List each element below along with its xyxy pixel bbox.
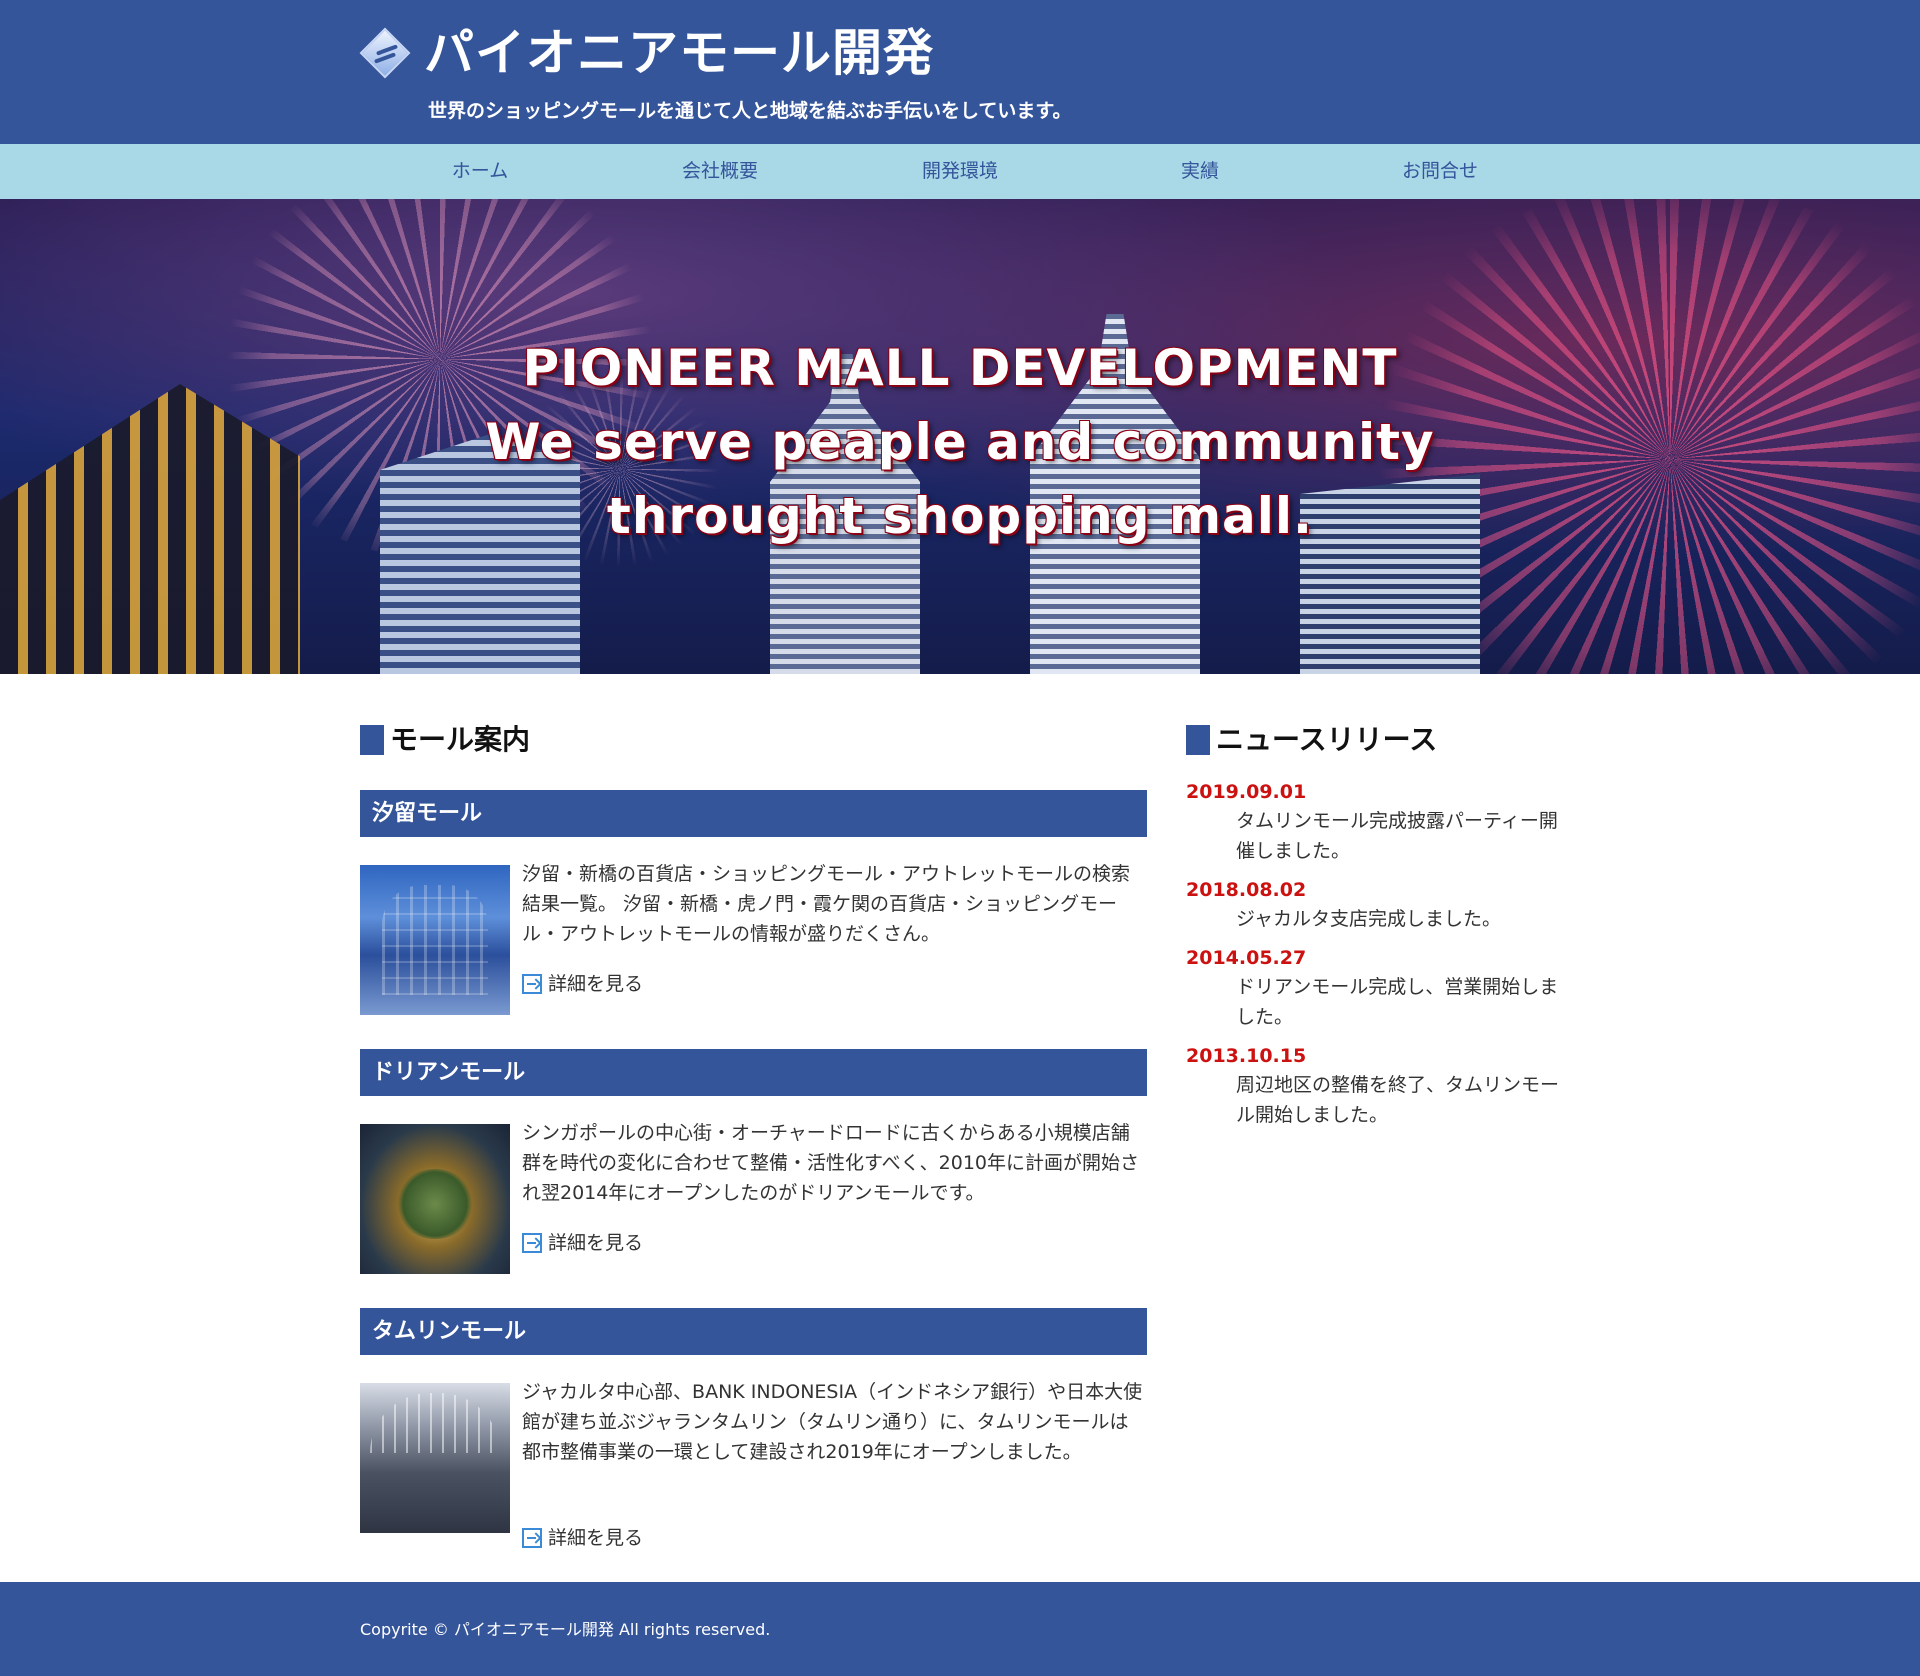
- main-nav: ホーム 会社概要 開発環境 実績 お問合せ: [0, 144, 1920, 199]
- news-item: 2013.10.15 周辺地区の整備を終了、タムリンモール開始しました。: [1186, 1042, 1560, 1130]
- news-text: ジャカルタ支店完成しました。: [1236, 908, 1502, 930]
- mall-description: シンガポールの中心街・オーチャードロードに古くからある小規模店舗群を時代の変化に…: [522, 1122, 1140, 1204]
- hero-line-3: throught shopping mall.: [606, 487, 1314, 545]
- news-section: ニュースリリース 2019.09.01 タムリンモール完成披露パーティー開催しま…: [1186, 720, 1560, 1140]
- mall-card: ドリアンモール シンガポールの中心街・オーチャードロードに古くからある小規模店舗…: [360, 1049, 1147, 1274]
- mall-name: ドリアンモール: [360, 1049, 1147, 1096]
- mall-name: 汐留モール: [360, 790, 1147, 837]
- heading-square-icon: [1186, 725, 1210, 755]
- nav-item-results[interactable]: 実績: [1080, 144, 1320, 199]
- site-tagline: 世界のショッピングモールを通じて人と地域を結ぶお手伝いをしています。: [428, 100, 1072, 122]
- view-details-link[interactable]: 詳細を見る: [522, 969, 643, 999]
- hero-banner: PIONEER MALL DEVELOPMENT We serve peaple…: [0, 199, 1920, 674]
- hero-text: PIONEER MALL DEVELOPMENT We serve peaple…: [0, 331, 1920, 553]
- heading-square-icon: [360, 725, 384, 755]
- news-item: 2019.09.01 タムリンモール完成披露パーティー開催しました。: [1186, 778, 1560, 866]
- site-footer: Copyrite © パイオニアモール開発 All rights reserve…: [0, 1582, 1920, 1676]
- view-details-link[interactable]: 詳細を見る: [522, 1228, 643, 1258]
- site-header: パイオニアモール開発 世界のショッピングモールを通じて人と地域を結ぶお手伝いをし…: [0, 0, 1920, 144]
- news-text: タムリンモール完成披露パーティー開催しました。: [1236, 810, 1558, 862]
- news-heading: ニュースリリース: [1186, 720, 1560, 760]
- hero-line-1: PIONEER MALL DEVELOPMENT: [522, 339, 1398, 397]
- news-date: 2013.10.15: [1186, 1045, 1307, 1067]
- mall-guide-heading: モール案内: [360, 720, 1147, 760]
- nav-item-company[interactable]: 会社概要: [600, 144, 840, 199]
- mall-description: ジャカルタ中心部、BANK INDONESIA（インドネシア銀行）や日本大使館が…: [522, 1381, 1143, 1463]
- mall-name: タムリンモール: [360, 1308, 1147, 1355]
- nav-item-home[interactable]: ホーム: [360, 144, 600, 199]
- nav-item-contact[interactable]: お問合せ: [1320, 144, 1560, 199]
- news-list: 2019.09.01 タムリンモール完成披露パーティー開催しました。 2018.…: [1186, 778, 1560, 1130]
- news-text: ドリアンモール完成し、営業開始しました。: [1236, 976, 1559, 1028]
- news-date: 2019.09.01: [1186, 781, 1307, 803]
- news-date: 2014.05.27: [1186, 947, 1307, 969]
- mall-card: タムリンモール ジャカルタ中心部、BANK INDONESIA（インドネシア銀行…: [360, 1308, 1147, 1549]
- nav-item-environment[interactable]: 開発環境: [840, 144, 1080, 199]
- arrow-right-icon: [522, 1528, 542, 1548]
- news-item: 2014.05.27 ドリアンモール完成し、営業開始しました。: [1186, 944, 1560, 1032]
- copyright-text: Copyrite © パイオニアモール開発 All rights reserve…: [360, 1620, 771, 1639]
- diamond-logo-icon[interactable]: [359, 27, 411, 79]
- hero-line-2: We serve peaple and community: [485, 413, 1435, 471]
- arrow-right-icon: [522, 1233, 542, 1253]
- news-item: 2018.08.02 ジャカルタ支店完成しました。: [1186, 876, 1560, 934]
- mall-thumbnail[interactable]: [360, 1124, 510, 1274]
- view-details-link[interactable]: 詳細を見る: [522, 1523, 643, 1553]
- mall-description: 汐留・新橋の百貨店・ショッピングモール・アウトレットモールの検索結果一覧。 汐留…: [522, 863, 1131, 945]
- arrow-right-icon: [522, 974, 542, 994]
- site-title[interactable]: パイオニアモール開発: [424, 22, 934, 84]
- news-date: 2018.08.02: [1186, 879, 1307, 901]
- news-text: 周辺地区の整備を終了、タムリンモール開始しました。: [1236, 1074, 1560, 1126]
- mall-card: 汐留モール 汐留・新橋の百貨店・ショッピングモール・アウトレットモールの検索結果…: [360, 790, 1147, 1015]
- mall-thumbnail[interactable]: [360, 1383, 510, 1533]
- mall-thumbnail[interactable]: [360, 865, 510, 1015]
- mall-guide-section: モール案内 汐留モール 汐留・新橋の百貨店・ショッピングモール・アウトレットモー…: [360, 720, 1147, 1549]
